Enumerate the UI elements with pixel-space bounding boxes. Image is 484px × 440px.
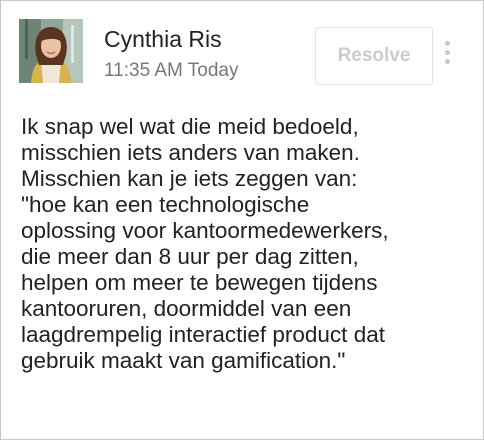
comment-body: Ik snap wel wat die meid bedoeld, missch… xyxy=(21,114,389,373)
author-name: Cynthia Ris xyxy=(104,26,222,52)
comment-timestamp: 11:35 AM Today xyxy=(104,60,239,81)
comment-header: Cynthia Ris 11:35 AM Today Resolve xyxy=(1,1,483,101)
resolve-button[interactable]: Resolve xyxy=(315,27,433,85)
more-options-icon[interactable] xyxy=(441,41,453,71)
user-photo-icon xyxy=(19,19,83,83)
more-options-dot xyxy=(444,50,450,55)
comment-card: Cynthia Ris 11:35 AM Today Resolve Ik sn… xyxy=(0,0,484,440)
avatar[interactable] xyxy=(19,19,83,83)
more-options-dot xyxy=(444,59,450,64)
more-options-dot xyxy=(444,41,450,46)
